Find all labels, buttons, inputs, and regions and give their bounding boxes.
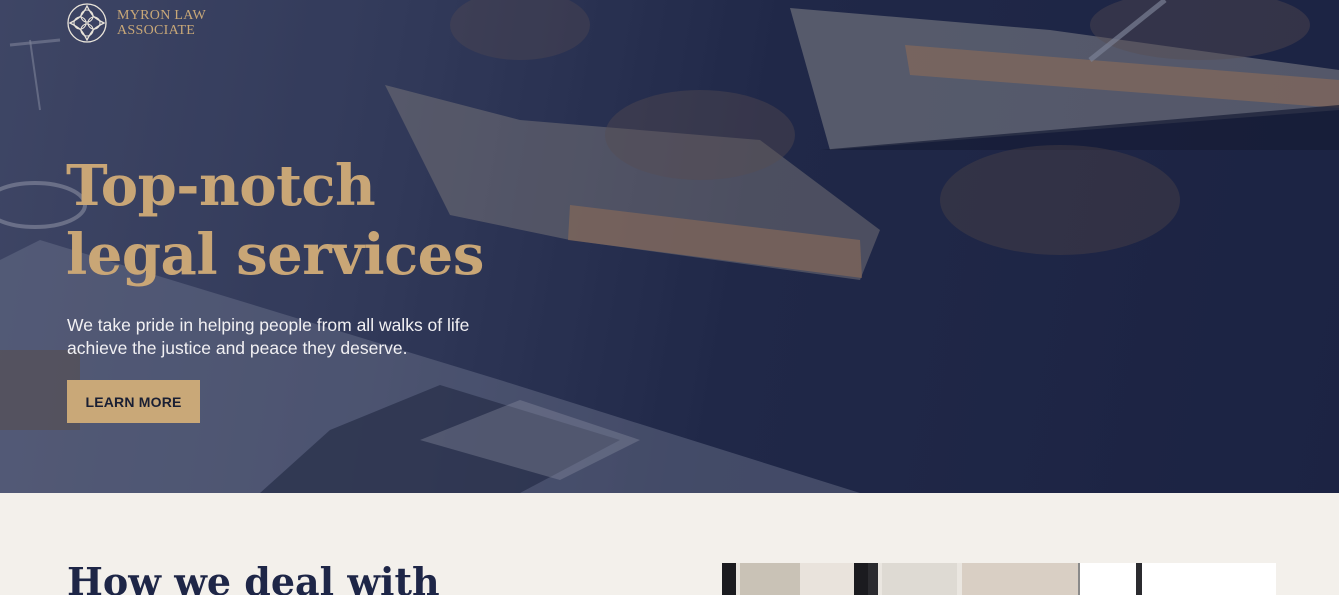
- section-title: How we deal with: [67, 559, 440, 595]
- brand-logo[interactable]: MYRON LAW ASSOCIATE: [66, 2, 206, 44]
- office-interior-photo: [722, 563, 1276, 595]
- compass-knot-icon: [67, 3, 107, 43]
- brand-name-line1: MYRON LAW: [117, 8, 207, 23]
- brand-name-line2: ASSOCIATE: [117, 23, 196, 38]
- hero-title-line1: Top-notch: [66, 153, 376, 219]
- learn-more-button[interactable]: LEARN MORE: [67, 380, 200, 423]
- hero-subtitle: We take pride in helping people from all…: [67, 315, 470, 358]
- hero-section: MYRON LAW ASSOCIATE Top-notch legal serv…: [0, 0, 1339, 493]
- hero-title: Top-notch legal services: [66, 152, 586, 290]
- approach-section: How we deal with: [0, 493, 1339, 595]
- brand-name: MYRON LAW ASSOCIATE: [117, 8, 206, 38]
- hero-title-line2: legal services: [66, 222, 484, 288]
